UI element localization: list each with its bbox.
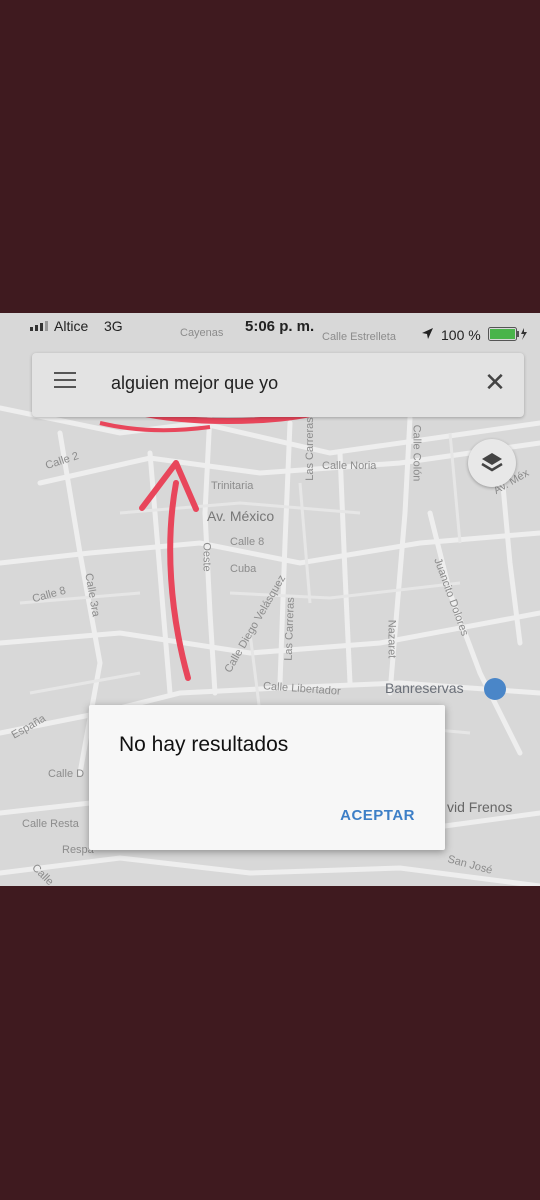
search-bar[interactable]: alguien mejor que yo ✕ [32, 353, 524, 417]
map-label: Las Carreras [303, 417, 316, 481]
clock: 5:06 p. m. [245, 318, 315, 335]
map-label: Calle Noria [322, 460, 377, 472]
map-label: Oeste [200, 542, 213, 572]
map-label: vid Frenos [447, 799, 513, 815]
accept-button[interactable]: ACEPTAR [340, 807, 415, 824]
layers-icon [481, 453, 503, 472]
network-label: 3G [104, 318, 123, 334]
bank-pin-icon[interactable] [484, 678, 506, 700]
battery-percent: 100 % [441, 327, 481, 343]
location-arrow-icon [422, 328, 433, 339]
map-label: Calle D [48, 768, 85, 780]
hamburger-menu-icon[interactable] [54, 372, 76, 390]
screenshot-frame: Cayenas Calle Estrelleta Calle 2 Las Car… [0, 313, 540, 886]
search-input[interactable]: alguien mejor que yo [111, 373, 278, 394]
map-label: Nazaret [385, 619, 398, 659]
status-bar: Altice 3G 5:06 p. m. 100 % [0, 313, 540, 343]
map-label: Calle Colón [410, 424, 423, 482]
close-icon[interactable]: ✕ [484, 369, 506, 395]
map-label: Calle Resta [22, 818, 79, 830]
map-label: Calle 8 [230, 536, 265, 548]
signal-icon [30, 321, 48, 331]
map-label: Las Carreras [282, 597, 297, 661]
map-label: Cuba [230, 563, 257, 575]
map-label: Banreservas [385, 680, 464, 696]
battery-icon [488, 327, 527, 341]
map-label: Av. México [207, 508, 275, 524]
map-label: Trinitaria [211, 480, 254, 492]
dialog-title: No hay resultados [119, 733, 289, 756]
carrier-label: Altice [54, 318, 89, 334]
layers-button[interactable] [468, 439, 516, 487]
no-results-dialog: No hay resultados ACEPTAR [89, 705, 445, 850]
